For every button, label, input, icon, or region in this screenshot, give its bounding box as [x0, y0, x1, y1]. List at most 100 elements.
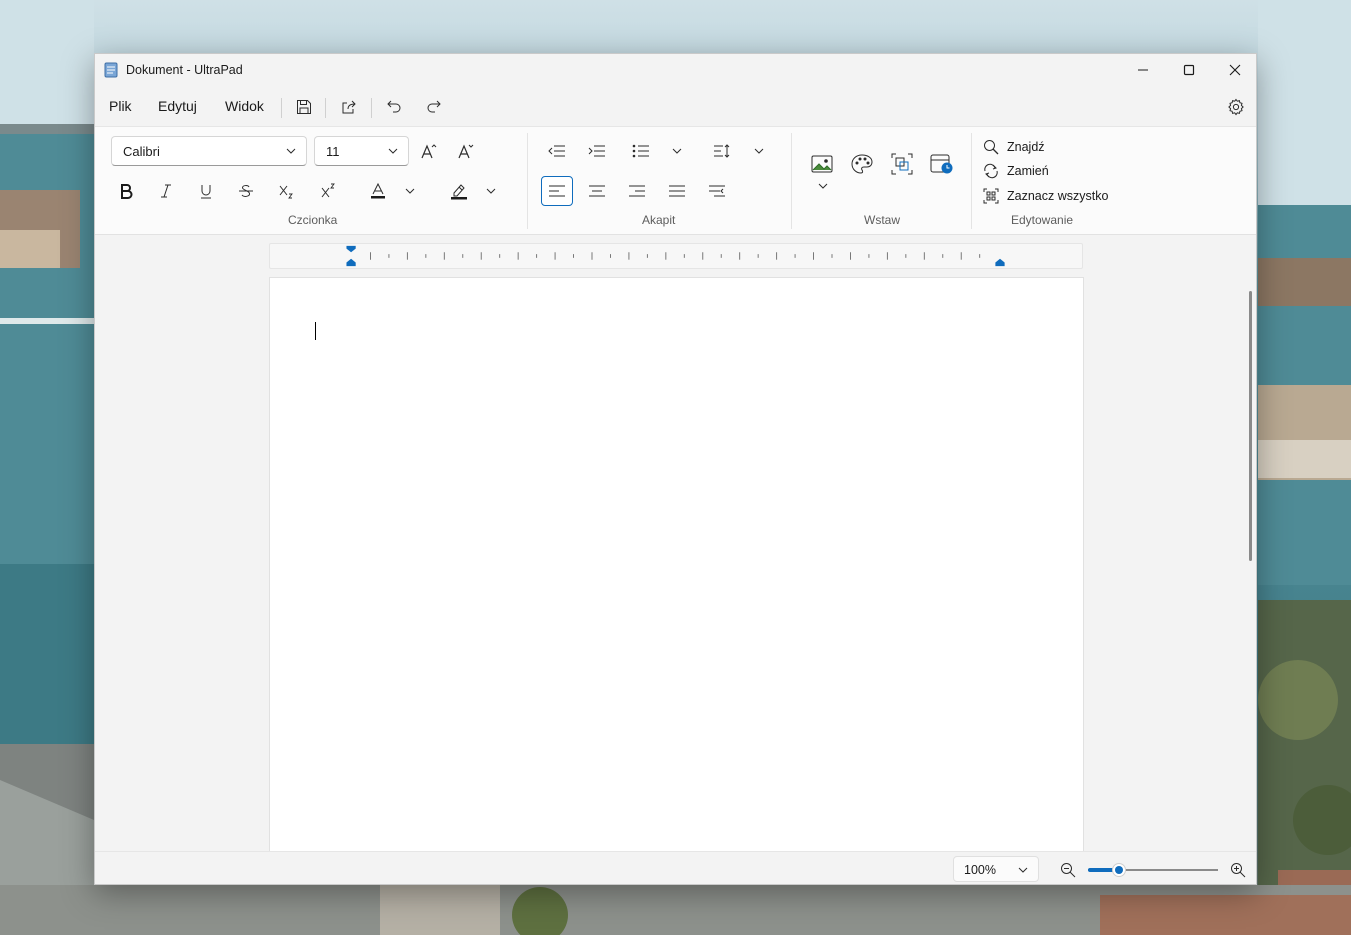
grow-font-icon	[421, 144, 437, 159]
replace-button[interactable]: Zamień	[983, 161, 1049, 181]
share-icon	[342, 100, 356, 114]
share-button[interactable]	[337, 95, 361, 119]
align-left-button[interactable]	[541, 176, 573, 206]
chevron-down-icon	[405, 188, 415, 194]
grow-font-button[interactable]	[413, 136, 445, 166]
line-spacing-button[interactable]	[706, 136, 738, 166]
group-separator	[791, 133, 792, 229]
chevron-down-icon	[388, 148, 398, 154]
insert-object-button[interactable]	[886, 149, 918, 179]
settings-icon	[1228, 98, 1244, 116]
bullets-dropdown[interactable]	[667, 136, 687, 166]
find-button[interactable]: Znajdź	[983, 137, 1045, 157]
select-all-label: Zaznacz wszystko	[1007, 189, 1109, 203]
line-spacing-icon	[714, 144, 730, 158]
line-spacing-dropdown[interactable]	[749, 136, 769, 166]
font-size-dropdown[interactable]: 11	[314, 136, 409, 166]
font-color-button[interactable]	[362, 176, 394, 206]
align-left-icon	[549, 185, 565, 197]
redo-button[interactable]	[422, 95, 446, 119]
menu-separator	[325, 98, 326, 118]
menu-file[interactable]: Plik	[109, 98, 132, 114]
close-icon	[1229, 64, 1241, 76]
desktop-background-right	[1258, 0, 1351, 935]
minimize-button[interactable]	[1120, 54, 1166, 86]
text-direction-button[interactable]	[701, 176, 733, 206]
save-button[interactable]	[292, 95, 316, 119]
maximize-icon	[1183, 64, 1195, 76]
shrink-font-button[interactable]	[450, 136, 482, 166]
align-right-button[interactable]	[621, 176, 653, 206]
align-right-icon	[629, 185, 645, 197]
ruler[interactable]	[269, 243, 1083, 269]
zoom-dropdown[interactable]: 100%	[953, 856, 1039, 882]
datetime-icon	[930, 154, 953, 174]
desktop-background-bottom	[0, 885, 1351, 935]
ribbon: Calibri 11 Czcionka Akapit Wstaw Znajdź …	[95, 126, 1256, 235]
vertical-scrollbar[interactable]	[1249, 291, 1252, 561]
zoom-slider-thumb[interactable]	[1112, 863, 1127, 877]
chevron-down-icon	[672, 148, 682, 154]
maximize-button[interactable]	[1166, 54, 1212, 86]
menu-bar: Plik Edytuj Widok	[95, 92, 1256, 122]
underline-button[interactable]	[190, 176, 222, 206]
highlight-button[interactable]	[443, 176, 475, 206]
document-page[interactable]	[269, 277, 1084, 857]
window-title: Dokument - UltraPad	[126, 63, 243, 77]
chevron-down-icon	[818, 183, 828, 189]
zoom-out-icon[interactable]	[1060, 862, 1076, 878]
chevron-down-icon	[754, 148, 764, 154]
notepad-icon	[104, 62, 118, 78]
subscript-button[interactable]	[270, 176, 302, 206]
chevron-down-icon	[486, 188, 496, 194]
insert-picture-dropdown[interactable]	[813, 177, 833, 195]
font-family-dropdown[interactable]: Calibri	[111, 136, 307, 166]
title-bar: Dokument - UltraPad	[95, 54, 1256, 86]
increase-indent-icon	[588, 145, 605, 157]
font-size-value: 11	[326, 144, 340, 159]
italic-button[interactable]	[150, 176, 182, 206]
paint-icon	[851, 154, 873, 174]
align-center-button[interactable]	[581, 176, 613, 206]
app-window: Dokument - UltraPad Plik Edytuj Widok Ca…	[94, 53, 1257, 885]
subscript-icon	[279, 185, 293, 199]
group-label-paragraph: Akapit	[642, 213, 676, 227]
increase-indent-button[interactable]	[581, 136, 613, 166]
decrease-indent-button[interactable]	[541, 136, 573, 166]
select-all-button[interactable]: Zaznacz wszystko	[983, 186, 1108, 206]
status-bar: 100%	[95, 851, 1256, 884]
insert-paint-button[interactable]	[846, 149, 878, 179]
save-icon	[297, 100, 311, 114]
highlight-dropdown[interactable]	[481, 176, 501, 206]
chevron-down-icon	[286, 148, 296, 154]
menu-separator	[371, 98, 372, 118]
bold-icon	[121, 184, 133, 199]
close-button[interactable]	[1212, 54, 1256, 86]
bold-button[interactable]	[110, 176, 142, 206]
select-all-icon	[983, 188, 999, 204]
first-line-indent-marker	[346, 245, 356, 253]
decrease-indent-icon	[548, 145, 565, 157]
menu-view[interactable]: Widok	[225, 98, 264, 114]
bullets-icon	[632, 144, 649, 158]
font-color-dropdown[interactable]	[400, 176, 420, 206]
document-area	[95, 235, 1256, 857]
menu-edit[interactable]: Edytuj	[158, 98, 197, 114]
shrink-font-icon	[458, 144, 474, 159]
group-separator	[971, 133, 972, 229]
zoom-slider[interactable]	[1088, 863, 1218, 877]
superscript-button[interactable]	[312, 176, 344, 206]
strikethrough-button[interactable]	[230, 176, 262, 206]
zoom-in-icon[interactable]	[1230, 862, 1246, 878]
search-icon	[984, 140, 999, 155]
settings-button[interactable]	[1224, 95, 1248, 119]
undo-button[interactable]	[382, 95, 406, 119]
minimize-icon	[1138, 69, 1148, 71]
justify-icon	[669, 185, 685, 197]
replace-icon	[984, 163, 998, 179]
find-label: Znajdź	[1007, 140, 1045, 154]
insert-picture-button[interactable]	[806, 149, 838, 179]
bullets-button[interactable]	[625, 136, 657, 166]
justify-button[interactable]	[661, 176, 693, 206]
insert-datetime-button[interactable]	[926, 149, 958, 179]
